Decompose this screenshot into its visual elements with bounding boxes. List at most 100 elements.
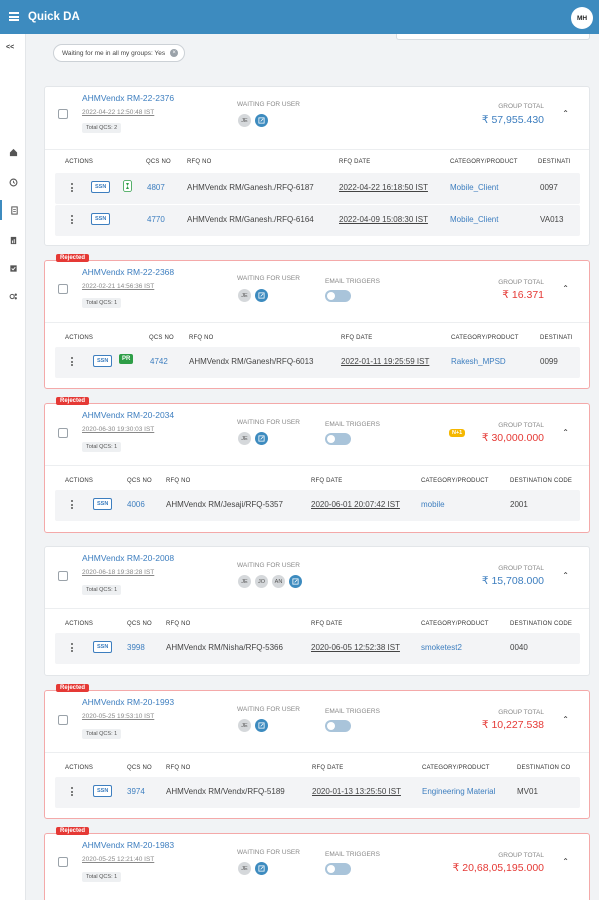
total-qcs-badge: Total QCS: 1 (82, 298, 122, 308)
group-checkbox[interactable] (58, 284, 68, 294)
column-header: DESTINATION CODE (510, 478, 573, 484)
group-checkbox[interactable] (58, 715, 68, 725)
column-header: QCS NO (149, 335, 174, 341)
filter-chip[interactable]: Waiting for me in all my groups: Yes × (53, 44, 186, 62)
hamburger-menu-icon[interactable] (9, 12, 19, 21)
total-qcs-badge: Total QCS: 1 (82, 442, 122, 452)
group-checkbox[interactable] (58, 857, 68, 867)
rfq-no: AHMVendx RM/Jesaji/RFQ-5357 (166, 500, 283, 509)
qcs-no-link[interactable]: 4807 (147, 183, 165, 192)
ssn-button[interactable]: SSN (93, 355, 113, 367)
waiting-users: JE (237, 861, 271, 876)
group-date: 2022-02-21 14:56:36 IST (82, 283, 155, 290)
edit-users-icon[interactable] (254, 861, 269, 876)
column-header: ACTIONS (65, 478, 94, 484)
email-triggers-toggle[interactable] (325, 290, 351, 302)
search-box[interactable] (396, 34, 590, 40)
email-triggers-toggle[interactable] (325, 863, 351, 875)
chevron-up-icon[interactable]: ⌃ (562, 428, 569, 437)
group-checkbox[interactable] (58, 571, 68, 581)
destination: 0097 (540, 183, 558, 192)
report-icon[interactable] (0, 230, 26, 250)
column-header: ACTIONS (65, 765, 94, 771)
edit-users-icon[interactable] (254, 431, 269, 446)
destination: 0099 (540, 357, 558, 366)
history-icon[interactable] (0, 172, 26, 192)
group-date: 2020-05-25 19:53:10 IST (82, 713, 155, 720)
edit-users-icon[interactable] (254, 288, 269, 303)
edit-users-icon[interactable] (254, 718, 269, 733)
qcs-no-link[interactable]: 3998 (127, 643, 145, 652)
group-checkbox[interactable] (58, 428, 68, 438)
group-date: 2020-05-25 12:21:40 IST (82, 856, 155, 863)
group-date: 2020-06-30 19:30:03 IST (82, 426, 155, 433)
waiting-for-user-label: WAITING FOR USER (237, 419, 300, 426)
category-link[interactable]: Mobile_Client (450, 215, 498, 224)
group-name[interactable]: AHMVendx RM-20-1983 (82, 840, 174, 850)
row-actions-icon[interactable] (71, 500, 73, 511)
group-name[interactable]: AHMVendx RM-22-2376 (82, 93, 174, 103)
settings-icon[interactable] (0, 286, 26, 306)
row-actions-icon[interactable] (71, 357, 73, 368)
column-header: RFQ NO (187, 159, 212, 165)
chevron-up-icon[interactable]: ⌃ (562, 109, 569, 118)
column-header: RFQ DATE (311, 478, 343, 484)
qcs-no-link[interactable]: 3974 (127, 787, 145, 796)
group-total-value: ₹ 16.371 (502, 289, 544, 301)
avatar: JO (254, 574, 269, 589)
edit-users-icon[interactable] (254, 113, 269, 128)
pr-badge: PR (119, 354, 134, 364)
document-icon[interactable] (0, 200, 26, 220)
email-triggers-toggle[interactable] (325, 720, 351, 732)
row-actions-icon[interactable] (71, 183, 73, 194)
ssn-button[interactable]: SSN (91, 213, 111, 225)
table-row: SSN PR 4742 AHMVendx RM/Ganesh/RFQ-6013 … (55, 347, 580, 378)
email-triggers-toggle[interactable] (325, 433, 351, 445)
group-card: AHMVendx RM-20-2008 2020-06-18 19:38:28 … (44, 546, 590, 676)
group-name[interactable]: AHMVendx RM-20-1993 (82, 697, 174, 707)
chevron-up-icon[interactable]: ⌃ (562, 715, 569, 724)
category-link[interactable]: Rakesh_MPSD (451, 357, 506, 366)
category-link[interactable]: mobile (421, 500, 445, 509)
top-app-bar: Quick DA MH (0, 0, 599, 34)
destination: VA013 (540, 215, 564, 224)
waiting-for-user-label: WAITING FOR USER (237, 706, 300, 713)
avatar: JE (237, 861, 252, 876)
row-actions-icon[interactable] (71, 643, 73, 654)
qcs-no-link[interactable]: 4742 (150, 357, 168, 366)
group-name[interactable]: AHMVendx RM-20-2008 (82, 553, 174, 563)
table-row: SSN 4006 AHMVendx RM/Jesaji/RFQ-5357 202… (55, 490, 580, 521)
group-total-label: GROUP TOTAL (498, 709, 544, 716)
waiting-users: JE (237, 718, 271, 733)
waiting-users: JE (237, 113, 271, 128)
ssn-button[interactable]: SSN (93, 498, 113, 510)
ssn-button[interactable]: SSN (93, 785, 113, 797)
qcs-no-link[interactable]: 4006 (127, 500, 145, 509)
row-actions-icon[interactable] (71, 787, 73, 798)
email-triggers-label: EMAIL TRIGGERS (325, 278, 380, 285)
chevron-up-icon[interactable]: ⌃ (562, 857, 569, 866)
ssn-button[interactable]: SSN (91, 181, 111, 193)
category-link[interactable]: smoketest2 (421, 643, 462, 652)
edit-users-icon[interactable] (288, 574, 303, 589)
waiting-users: JE JO AN (237, 574, 305, 589)
group-total-value: ₹ 57,955.430 (481, 114, 544, 126)
qcs-no-link[interactable]: 4770 (147, 215, 165, 224)
group-name[interactable]: AHMVendx RM-22-2368 (82, 267, 174, 277)
user-avatar[interactable]: MH (571, 7, 593, 29)
collapse-sidebar-icon[interactable]: << (6, 44, 14, 51)
group-total-label: GROUP TOTAL (498, 279, 544, 286)
ssn-button[interactable]: SSN (93, 641, 113, 653)
dashboard-icon[interactable] (0, 142, 26, 162)
category-link[interactable]: Engineering Material (422, 787, 495, 796)
row-actions-icon[interactable] (71, 215, 73, 226)
group-checkbox[interactable] (58, 109, 68, 119)
chevron-up-icon[interactable]: ⌃ (562, 571, 569, 580)
rfq-date: 2020-06-05 12:52:38 IST (311, 643, 400, 652)
group-name[interactable]: AHMVendx RM-20-2034 (82, 410, 174, 420)
chevron-up-icon[interactable]: ⌃ (562, 284, 569, 293)
remove-filter-icon[interactable]: × (170, 49, 179, 57)
column-header: DESTINATION CO (517, 765, 571, 771)
checklist-icon[interactable] (0, 258, 26, 278)
category-link[interactable]: Mobile_Client (450, 183, 498, 192)
